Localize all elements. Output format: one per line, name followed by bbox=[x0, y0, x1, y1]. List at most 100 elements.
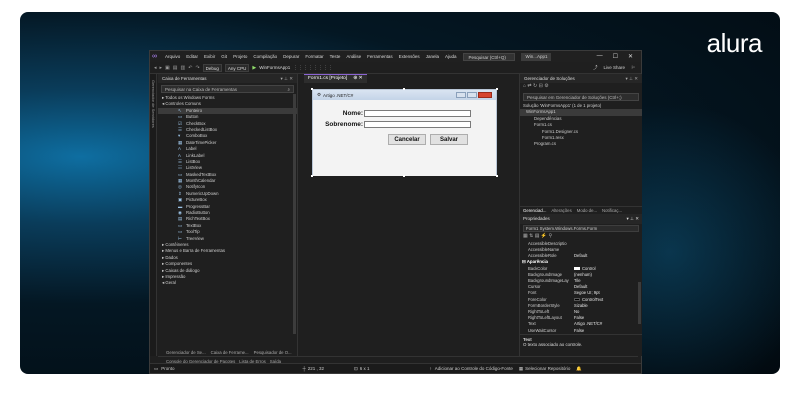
form-preview[interactable]: ⚙ Artigo .NET/C# Nome: Sobrenome: Cancel… bbox=[312, 89, 497, 176]
menu-compilacao[interactable]: Compilação bbox=[250, 54, 280, 59]
global-search-input[interactable]: Pesquisar (Ctrl+Q) bbox=[463, 52, 516, 61]
add-source-control-button[interactable]: Adicionar ao Controle do Código-Fonte bbox=[435, 366, 513, 371]
save-button[interactable]: Salvar bbox=[430, 134, 468, 145]
search-icon: ⌕ bbox=[287, 87, 290, 92]
menu-arquivo[interactable]: Arquivo bbox=[162, 54, 183, 59]
feedback-icon[interactable]: ⚐ bbox=[631, 65, 635, 71]
pin-icon[interactable]: ▾ ⊥ ✕ bbox=[281, 76, 293, 82]
maximize-icon[interactable]: ☐ bbox=[613, 53, 618, 60]
menu-extensoes[interactable]: Extensões bbox=[396, 54, 423, 59]
live-share-icon: ⤴ bbox=[592, 64, 598, 70]
close-icon[interactable]: ✕ bbox=[628, 53, 633, 60]
tab-solution-explorer[interactable]: Gerenciad... bbox=[523, 208, 546, 213]
run-target-button[interactable]: WinFormsApp1 bbox=[259, 65, 290, 70]
name-textbox[interactable] bbox=[364, 110, 471, 117]
description-text: O texto associado ao controle. bbox=[523, 341, 583, 347]
toolbox-control-label: Ponteiro bbox=[186, 107, 203, 113]
menu-analise[interactable]: Análise bbox=[343, 54, 364, 59]
refresh-icon[interactable]: ↻ bbox=[533, 83, 537, 89]
cancel-button[interactable]: Cancelar bbox=[388, 134, 426, 145]
resize-handle[interactable] bbox=[403, 88, 405, 90]
tab-notifications[interactable]: Notificaç... bbox=[602, 208, 622, 213]
save-all-icon[interactable]: ▥ bbox=[181, 65, 186, 71]
menu-ajuda[interactable]: Ajuda bbox=[442, 54, 460, 59]
visual-studio-window: ∞ Arquivo Editar Exibir Git Projeto Comp… bbox=[149, 50, 642, 374]
surname-label: Sobrenome: bbox=[325, 121, 363, 128]
platform-select[interactable]: Any CPU bbox=[224, 63, 250, 72]
tab-mode[interactable]: Modo de... bbox=[577, 208, 597, 213]
toolbox-search-input[interactable]: Pesquisar na Caixa de Ferramentas ⌕ bbox=[161, 85, 294, 93]
run-icon[interactable]: ▶ bbox=[252, 65, 256, 71]
notifications-icon[interactable]: 🔔 bbox=[576, 366, 582, 372]
property-value[interactable]: False bbox=[572, 328, 642, 334]
sync-icon[interactable]: ⇄ bbox=[527, 83, 531, 89]
name-label: Nome: bbox=[342, 110, 363, 117]
toolbox-title-bar: Caixa de Ferramentas ▾ ⊥ ✕ bbox=[158, 74, 297, 83]
menu-formatar[interactable]: Formatar bbox=[302, 54, 326, 59]
back-icon[interactable]: ◂ bbox=[154, 65, 157, 71]
menu-exibir[interactable]: Exibir bbox=[201, 54, 218, 59]
alphabetical-icon[interactable]: ⇅ bbox=[529, 233, 533, 239]
undo-icon[interactable]: ↶ bbox=[188, 65, 192, 71]
events-icon[interactable]: ⚡ bbox=[541, 233, 547, 239]
menu-git[interactable]: Git bbox=[218, 54, 230, 59]
layout-tools-icon[interactable]: ⋮⋮⋮⋮⋮⋮⋮⋮ bbox=[293, 65, 333, 71]
menu-bar: ∞ Arquivo Editar Exibir Git Projeto Comp… bbox=[150, 51, 641, 62]
toolbox-group[interactable]: ◂ Geral bbox=[158, 280, 297, 286]
surname-textbox[interactable] bbox=[364, 121, 471, 128]
close-tab-icon[interactable]: ⊕ ✕ bbox=[353, 75, 362, 83]
collapse-icon[interactable]: ⊟ bbox=[539, 83, 543, 89]
select-repo-button[interactable]: Selecionar Repositório bbox=[525, 366, 570, 371]
solution-explorer-title: Gerenciador de Soluções bbox=[524, 76, 575, 81]
live-share-button[interactable]: Live Share bbox=[603, 65, 625, 71]
property-row[interactable]: UseWaitCursor False bbox=[520, 328, 642, 334]
categorized-icon[interactable]: ▦ bbox=[523, 233, 528, 239]
pin-icon[interactable]: ▾ ⊥ ✕ bbox=[626, 76, 638, 82]
menu-teste[interactable]: Teste bbox=[327, 54, 344, 59]
properties-toolbar: ▦ ⇅ ▤ ⚡ ⚲ bbox=[520, 233, 642, 241]
resize-handle[interactable] bbox=[403, 175, 405, 177]
solution-search-input[interactable]: Pesquisar em Gerenciador de Soluções (Ct… bbox=[523, 93, 639, 101]
menu-projeto[interactable]: Projeto bbox=[230, 54, 250, 59]
tab-object-browser[interactable]: Pesquisador de O... bbox=[254, 350, 292, 355]
document-tab[interactable]: Form1.cs [Projeto] ⊕ ✕ bbox=[304, 74, 367, 83]
wrench-icon[interactable]: ⚙ bbox=[544, 83, 548, 89]
properties-top-rows: AccessibleDescriptio AccessibleName Access… bbox=[520, 241, 642, 260]
toolbox-title: Caixa de Ferramentas bbox=[162, 76, 207, 81]
right-panel: Gerenciador de Soluções ▾ ⊥ ✕ ⌂ ⇄ ↻ ⊟ ⚙ … bbox=[519, 74, 642, 356]
forward-icon[interactable]: ▸ bbox=[160, 65, 163, 71]
new-file-icon[interactable]: ▣ bbox=[165, 65, 170, 71]
toolbox-control-label: MonthCalendar bbox=[186, 178, 216, 184]
toolbox-scrollbar[interactable] bbox=[293, 94, 296, 334]
vs-logo-icon: ∞ bbox=[152, 53, 157, 60]
pin-icon[interactable]: ▾ ⊥ ✕ bbox=[627, 216, 639, 222]
minimize-icon[interactable]: — bbox=[597, 53, 603, 60]
tab-changes[interactable]: Alterações bbox=[551, 208, 571, 213]
toolbox-control-label: ListBox bbox=[186, 158, 201, 164]
home-icon[interactable]: ⌂ bbox=[523, 83, 526, 89]
resize-handle[interactable] bbox=[496, 88, 498, 90]
wrench-icon[interactable]: ⚲ bbox=[548, 233, 552, 239]
resize-handle[interactable] bbox=[311, 175, 313, 177]
property-value-text: Sizable bbox=[574, 302, 588, 308]
property-value-text: Default bbox=[574, 284, 588, 290]
status-ready: Pronto bbox=[161, 366, 175, 371]
resize-handle[interactable] bbox=[496, 175, 498, 177]
menu-ferramentas[interactable]: Ferramentas bbox=[364, 54, 396, 59]
config-select[interactable]: Debug bbox=[202, 63, 222, 72]
resize-handle[interactable] bbox=[311, 88, 313, 90]
properties-scrollbar[interactable] bbox=[638, 282, 641, 324]
menu-editar[interactable]: Editar bbox=[183, 54, 201, 59]
properties-object-select[interactable]: Form1 System.Windows.Forms.Form bbox=[523, 224, 639, 232]
server-explorer-strip[interactable]: Gerenciador de Servidores bbox=[150, 74, 157, 356]
design-surface[interactable]: ⚙ Artigo .NET/C# Nome: Sobrenome: Cancel… bbox=[302, 86, 516, 344]
tab-toolbox[interactable]: Caixa de Ferrame... bbox=[211, 350, 249, 355]
tab-server-explorer[interactable]: Gerenciador de Se... bbox=[166, 350, 206, 355]
save-icon[interactable]: ▤ bbox=[173, 65, 178, 71]
menu-janela[interactable]: Janela bbox=[423, 54, 442, 59]
property-value[interactable]: Default bbox=[572, 253, 642, 259]
server-explorer-tab[interactable]: Gerenciador de Servidores bbox=[151, 80, 156, 128]
properties-icon[interactable]: ▤ bbox=[535, 233, 540, 239]
redo-icon[interactable]: ↷ bbox=[195, 65, 199, 71]
menu-depurar[interactable]: Depurar bbox=[280, 54, 302, 59]
